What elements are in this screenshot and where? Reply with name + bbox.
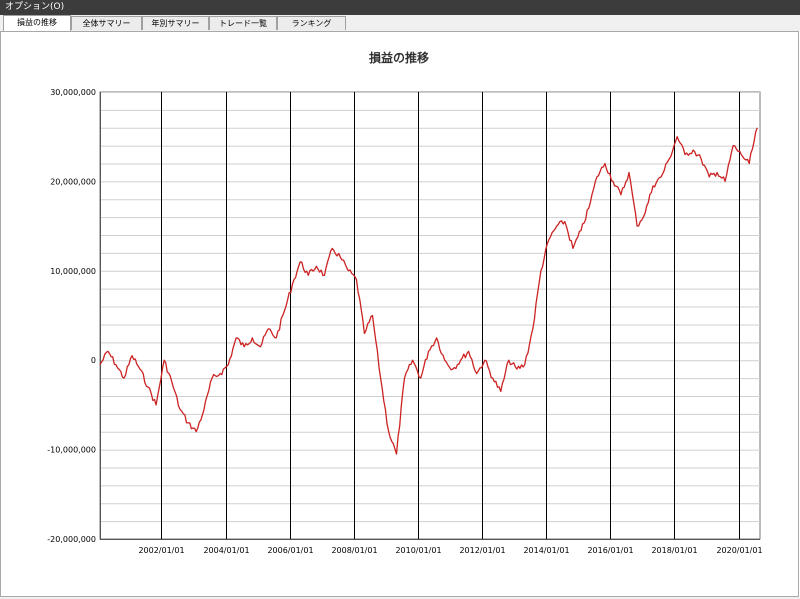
tab-ranking[interactable]: ランキング (277, 16, 346, 30)
tab-overall-summary[interactable]: 全体サマリー (71, 16, 142, 30)
y-tick-label: 20,000,000 (50, 177, 96, 186)
y-tick-label: -20,000,000 (47, 535, 96, 544)
chart-title: 損益の推移 (369, 50, 429, 65)
x-tick-label: 2020/01/01 (716, 546, 762, 555)
x-tick-label: 2006/01/01 (267, 546, 313, 555)
x-tick-label: 2014/01/01 (523, 546, 569, 555)
menu-bar: オプション(O) (0, 0, 800, 15)
x-tick-label: 2004/01/01 (203, 546, 249, 555)
tab-profit-transition[interactable]: 損益の推移 (3, 15, 71, 31)
y-tick-label: -10,000,000 (47, 446, 96, 455)
x-tick-label: 2018/01/01 (651, 546, 697, 555)
tab-yearly-summary[interactable]: 年別サマリー (142, 16, 209, 30)
x-tick-label: 2002/01/01 (138, 546, 184, 555)
profit-chart: 損益の推移 2002/01/01 2004/01/01 2006/01/01 2008… (47, 50, 762, 555)
x-tick-label: 2008/01/01 (331, 546, 377, 555)
plot-area (99, 91, 761, 540)
options-menu[interactable]: オプション(O) (0, 2, 64, 12)
y-tick-label: 30,000,000 (50, 88, 96, 97)
x-tick-label: 2012/01/01 (459, 546, 505, 555)
chart-panel: 損益の推移 2002/01/01 2004/01/01 2006/01/01 2008… (0, 31, 799, 597)
x-tick-label: 2010/01/01 (395, 546, 441, 555)
y-tick-label: 10,000,000 (50, 267, 96, 276)
tab-bar: 損益の推移 全体サマリー 年別サマリー トレード一覧 ランキング (0, 15, 800, 31)
x-tick-label: 2016/01/01 (587, 546, 633, 555)
y-tick-label: 0 (91, 356, 96, 365)
tab-trade-list[interactable]: トレード一覧 (209, 16, 277, 30)
